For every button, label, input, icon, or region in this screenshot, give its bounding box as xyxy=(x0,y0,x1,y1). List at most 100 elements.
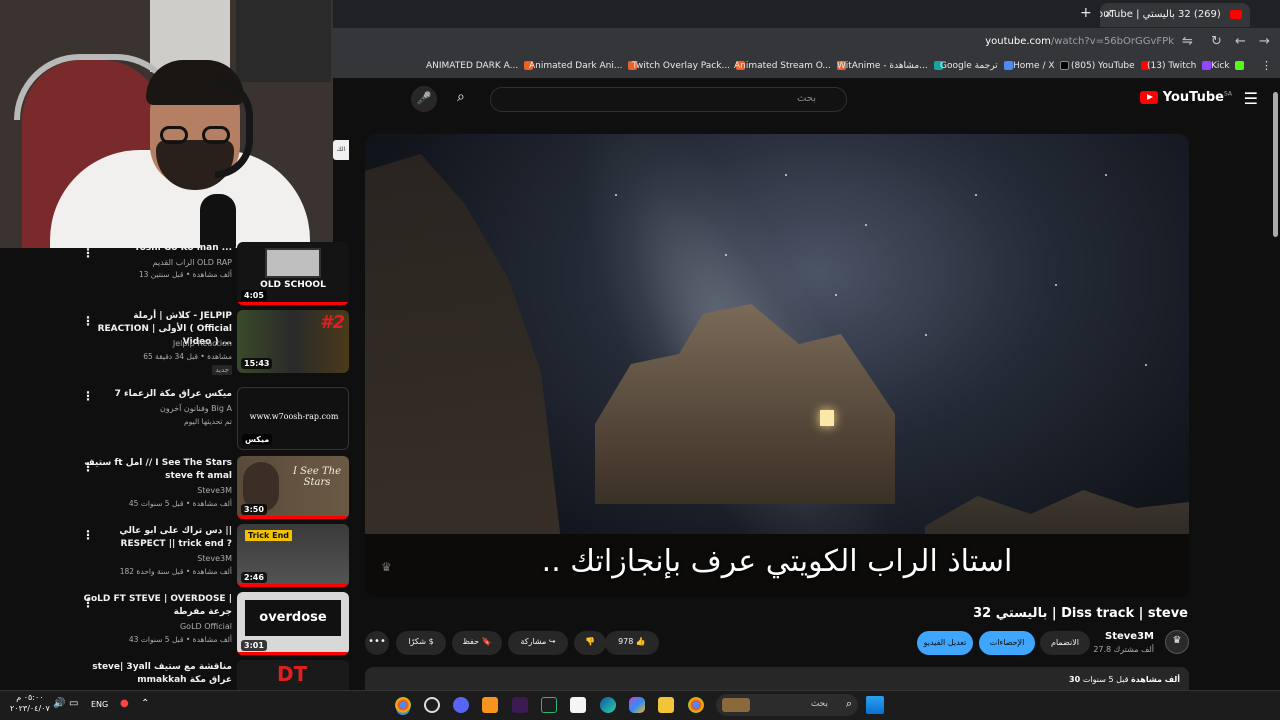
app-icon[interactable] xyxy=(541,697,557,713)
video-title[interactable]: steve| 3yall مناقشة مع ستيف mmakkah عراق… xyxy=(82,661,232,687)
thumbnail-text: DT xyxy=(277,662,308,686)
discord-icon[interactable] xyxy=(453,697,469,713)
youtube-header: 🎤 ⌕ بحث YouTubeSA ☰ xyxy=(333,80,1280,118)
language-indicator[interactable]: ENG xyxy=(91,700,108,709)
reload-icon[interactable]: ↻ xyxy=(1211,34,1222,49)
channel-name-main[interactable]: Steve3M xyxy=(1105,631,1154,642)
thumbnail-text: I See The Stars xyxy=(292,466,342,488)
bookmark-item[interactable]: (805) YouTube xyxy=(1071,61,1150,71)
forward-icon[interactable]: → xyxy=(1259,34,1270,49)
edit-video-button[interactable]: تعديل الفيديو xyxy=(917,631,973,655)
video-title[interactable]: Yoshi Go Ko man ... xyxy=(82,242,232,255)
video-player[interactable]: استاذ الراب الكويتي عرف بإنجازاتك .. ♛ xyxy=(365,134,1189,597)
video-thumbnail[interactable]: overdose 3:01 xyxy=(237,592,349,655)
tab-title: (269) 32 باليستي | YouTube - ... xyxy=(1100,9,1221,20)
channel-watermark-icon[interactable]: ♛ xyxy=(381,560,392,574)
system-clock[interactable]: ٠٥:٠٠ م ٢٠٢٣/٠٤/٠٧ xyxy=(10,692,50,714)
thumbs-up-icon: 👍 xyxy=(635,637,646,646)
analytics-button[interactable]: الإحصاءات xyxy=(979,631,1035,655)
thanks-button[interactable]: شكرًا $ xyxy=(396,631,446,655)
bookmark-item[interactable]: Kick xyxy=(1211,61,1245,71)
video-thumbnail[interactable]: www.w7oosh-rap.com ميكس xyxy=(237,387,349,450)
duration-badge: 15:43 xyxy=(241,358,273,369)
more-actions-button[interactable]: ••• xyxy=(365,631,389,655)
video-title[interactable]: دس تراك على ابو عالي || RESPECT || trick… xyxy=(82,525,232,551)
recommendation-item[interactable]: DT steve| 3yall مناقشة مع ستيف mmakkah ع… xyxy=(0,660,350,690)
video-title[interactable]: ميكس عراق مكة الزعماء 7 xyxy=(82,388,232,401)
volume-icon[interactable]: 🔊 xyxy=(53,698,65,709)
store-icon[interactable] xyxy=(570,697,586,713)
chrome-icon[interactable] xyxy=(688,697,704,713)
youtube-favicon-icon xyxy=(1230,9,1242,19)
url-path: /watch?v=56bOrGGvFPk xyxy=(1050,36,1174,47)
share-button[interactable]: مشاركة ↪ xyxy=(508,631,568,655)
like-button[interactable]: 978 👍 xyxy=(605,631,659,655)
video-meta: 182 ألف مشاهدة • قبل سنة واحدة xyxy=(119,567,232,576)
taskbar-search[interactable]: بحث ⌕ xyxy=(716,694,858,716)
channel-name[interactable]: وفنانون آخرون Big A xyxy=(160,404,232,413)
dislike-button[interactable]: 👎 xyxy=(574,631,606,655)
bookmark-item[interactable]: Twitch Overlay Pack... xyxy=(632,61,745,71)
channel-name[interactable]: Steve3M xyxy=(197,486,232,495)
video-thumbnail[interactable]: DT xyxy=(237,660,349,690)
more-bookmarks-icon[interactable]: ⋮ xyxy=(1261,59,1272,72)
app-icon[interactable] xyxy=(482,697,498,713)
menu-icon[interactable]: ☰ xyxy=(1244,89,1258,108)
start-windows-icon[interactable] xyxy=(866,696,884,714)
copilot-icon[interactable] xyxy=(629,697,645,713)
channel-avatar[interactable]: ♛ xyxy=(1165,630,1189,654)
video-title-main: 32 باليستي | Diss track | steve xyxy=(973,606,1188,621)
close-tab-icon[interactable]: × xyxy=(1104,7,1113,20)
cassette-icon xyxy=(265,248,321,278)
search-icon: ⌕ xyxy=(845,697,852,710)
bookmark-item[interactable]: WitAnime - مشاهدة... xyxy=(837,61,943,71)
new-tab-button[interactable]: + xyxy=(1080,5,1092,21)
url-field[interactable]: youtube.com/watch?v=56bOrGGvFPk xyxy=(985,36,1174,47)
address-bar: youtube.com/watch?v=56bOrGGvFPk ⇋ ↻ ← → xyxy=(333,28,1280,56)
thumbnail-text: OLD SCHOOL xyxy=(260,280,326,290)
scrollbar-thumb[interactable] xyxy=(1273,92,1278,237)
voice-search-icon[interactable]: 🎤 xyxy=(411,86,437,112)
video-subtitle: استاذ الراب الكويتي عرف بإنجازاتك .. xyxy=(541,544,1013,579)
site-settings-icon[interactable]: ⇋ xyxy=(1182,34,1193,49)
bookmark-item[interactable]: Google ترجمة xyxy=(940,61,1013,71)
app-icon[interactable] xyxy=(512,697,528,713)
search-icon[interactable]: ⌕ xyxy=(457,89,465,105)
video-title[interactable]: ستيف ft امل // I See The Stars steve ft … xyxy=(82,457,232,483)
channel-name[interactable]: Steve3M xyxy=(197,554,232,563)
video-title[interactable]: GoLD FT STEVE | OVERDOSE | جرعة مفرطة xyxy=(82,593,232,619)
bookmark-item[interactable]: Animated Dark Ani... xyxy=(529,61,638,71)
channel-name[interactable]: GoLD Official xyxy=(180,622,232,631)
bookmark-item[interactable]: Animated Stream O... xyxy=(734,61,846,71)
thumbnail-text: www.w7oosh-rap.com xyxy=(249,412,339,421)
channel-name[interactable]: Jelpip Reaction xyxy=(173,339,232,348)
bookmark-item[interactable]: (13) Twitch xyxy=(1147,61,1212,71)
video-thumbnail[interactable]: OLD SCHOOL 4:05 xyxy=(237,242,349,305)
bookmark-icon xyxy=(1003,61,1013,70)
save-button[interactable]: حفظ 🔖 xyxy=(452,631,502,655)
youtube-logo[interactable]: YouTubeSA xyxy=(1140,90,1232,105)
video-thumbnail[interactable]: #2 15:43 xyxy=(237,310,349,373)
obs-icon[interactable] xyxy=(424,697,440,713)
like-count: 978 xyxy=(618,637,634,646)
video-thumbnail[interactable]: I See The Stars 3:50 xyxy=(237,456,349,519)
show-hidden-icons[interactable]: ⌃ xyxy=(141,698,149,709)
video-thumbnail[interactable]: Trick End 2:46 xyxy=(237,524,349,587)
bookmark-item[interactable]: Home / X xyxy=(1013,61,1070,71)
search-input[interactable]: بحث xyxy=(490,87,847,112)
thumbnail-text: #2 xyxy=(319,312,345,333)
channel-name[interactable]: الراب القديم OLD RAP xyxy=(153,258,232,267)
watch-progress-bar xyxy=(237,302,349,305)
network-icon[interactable]: ▭ xyxy=(69,698,78,709)
edge-icon[interactable] xyxy=(600,697,616,713)
new-badge: جديد xyxy=(212,365,232,375)
video-meta: 45 ألف مشاهدة • قبل 5 سنوات xyxy=(128,499,232,508)
file-explorer-icon[interactable] xyxy=(658,697,674,713)
bookmark-item[interactable]: ANIMATED DARK A... xyxy=(426,61,534,71)
chrome-active-icon[interactable] xyxy=(395,697,411,713)
browser-tab-active[interactable]: (269) 32 باليستي | YouTube - ... xyxy=(1100,3,1250,27)
twitch-icon xyxy=(1202,61,1212,70)
back-icon[interactable]: ← xyxy=(1235,34,1246,49)
mic-tray-icon[interactable]: ● xyxy=(120,698,129,709)
join-button[interactable]: الانضمام xyxy=(1040,631,1090,655)
